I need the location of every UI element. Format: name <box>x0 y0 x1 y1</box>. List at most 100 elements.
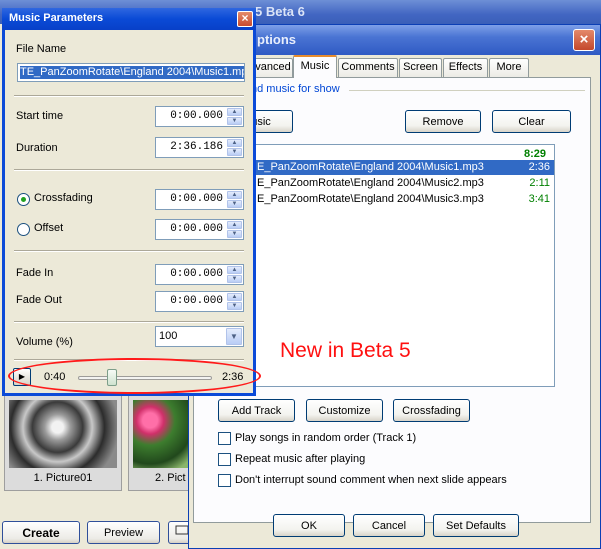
slide-thumbnail-image <box>133 400 190 468</box>
offset-value: 0:00.000 <box>170 223 223 235</box>
group-divider <box>349 90 585 91</box>
start-time-label: Start time <box>16 110 64 122</box>
playlist-total-duration: 8:29 <box>524 148 547 160</box>
file-name-field[interactable]: TE_PanZoomRotate\England 2004\Music1.mp3 <box>17 63 245 82</box>
arrow-down-icon[interactable]: ▼ <box>227 230 242 238</box>
start-time-value: 0:00.000 <box>170 110 223 122</box>
playlist-row[interactable]: E_PanZoomRotate\England 2004\Music2.mp3 … <box>217 176 554 191</box>
volume-label: Volume (%) <box>16 336 73 348</box>
arrow-up-icon[interactable]: ▲ <box>227 108 242 116</box>
fade-in-spinner[interactable]: 0:00.000 ▲ ▼ <box>155 264 244 285</box>
spinner-arrows: ▲ ▼ <box>227 266 242 283</box>
window-icon <box>175 525 189 535</box>
tab-music[interactable]: Music <box>293 55 337 78</box>
repeat-music-checkbox-row[interactable]: Repeat music after playing <box>218 452 365 468</box>
track-duration: 3:41 <box>528 193 550 205</box>
track-name: E_PanZoomRotate\England 2004\Music2.mp3 <box>257 177 484 189</box>
start-time-spinner[interactable]: 0:00.000 ▲ ▼ <box>155 106 244 127</box>
remove-button[interactable]: Remove <box>405 110 481 133</box>
track-name: E_PanZoomRotate\England 2004\Music1.mp3 <box>257 161 484 173</box>
add-track-button[interactable]: Add Track <box>218 399 295 422</box>
duration-spinner[interactable]: 2:36.186 ▲ ▼ <box>155 137 244 158</box>
music-parameters-window: Music Parameters × File Name TE_PanZoomR… <box>2 8 256 396</box>
volume-value: 100 <box>159 330 178 342</box>
music-parameters-title: Music Parameters <box>9 12 104 24</box>
music-parameters-body: File Name TE_PanZoomRotate\England 2004\… <box>5 30 253 393</box>
fade-out-label: Fade Out <box>16 294 62 306</box>
spinner-arrows: ▲ ▼ <box>227 221 242 238</box>
playlist-row[interactable]: E_PanZoomRotate\England 2004\Music3.mp3 … <box>217 192 554 207</box>
slide-thumbnail-image <box>9 400 117 468</box>
music-group-label: nd music for show <box>251 83 340 95</box>
separator <box>14 321 244 323</box>
offset-radio[interactable] <box>17 223 30 236</box>
dont-interrupt-checkbox-row[interactable]: Don't interrupt sound comment when next … <box>218 473 507 489</box>
dont-interrupt-checkbox[interactable] <box>218 473 231 487</box>
crossfading-spinner[interactable]: 0:00.000 ▲ ▼ <box>155 189 244 210</box>
slide-thumbnail-1[interactable]: 1. Picture01 <box>4 395 122 491</box>
duration-value: 2:36.186 <box>170 141 223 153</box>
spinner-arrows: ▲ ▼ <box>227 139 242 156</box>
tab-comments[interactable]: Comments <box>338 58 398 77</box>
chevron-down-icon[interactable]: ▼ <box>226 328 242 345</box>
highlight-ellipse <box>8 358 261 394</box>
repeat-music-checkbox[interactable] <box>218 452 231 466</box>
annotation-text: New in Beta 5 <box>280 339 411 362</box>
file-name-label: File Name <box>16 43 67 55</box>
create-button[interactable]: Create <box>2 521 80 544</box>
spinner-arrows: ▲ ▼ <box>227 293 242 310</box>
tab-more[interactable]: More <box>489 58 529 77</box>
spinner-arrows: ▲ ▼ <box>227 108 242 125</box>
cancel-button[interactable]: Cancel <box>353 514 425 537</box>
offset-spinner[interactable]: 0:00.000 ▲ ▼ <box>155 219 244 240</box>
duration-label: Duration <box>16 142 58 154</box>
arrow-up-icon[interactable]: ▲ <box>227 221 242 229</box>
close-icon[interactable]: × <box>237 11 253 27</box>
separator <box>14 95 244 97</box>
spinner-arrows: ▲ ▼ <box>227 191 242 208</box>
playlist-row[interactable]: E_PanZoomRotate\England 2004\Music1.mp3 … <box>217 160 554 175</box>
track-name: E_PanZoomRotate\England 2004\Music3.mp3 <box>257 193 484 205</box>
crossfading-button[interactable]: Crossfading <box>393 399 470 422</box>
arrow-down-icon[interactable]: ▼ <box>227 117 242 125</box>
repeat-music-label: Repeat music after playing <box>235 453 366 466</box>
music-parameters-titlebar: Music Parameters × <box>2 8 256 30</box>
slide-thumbnail-caption: 1. Picture01 <box>33 472 93 484</box>
track-duration: 2:11 <box>529 177 550 189</box>
fade-out-spinner[interactable]: 0:00.000 ▲ ▼ <box>155 291 244 312</box>
arrow-up-icon[interactable]: ▲ <box>227 191 242 199</box>
tab-effects[interactable]: Effects <box>443 58 488 77</box>
volume-combobox[interactable]: 100 ▼ <box>155 326 244 347</box>
random-order-checkbox[interactable] <box>218 431 231 445</box>
dont-interrupt-label: Don't interrupt sound comment when next … <box>235 474 507 487</box>
random-order-label: Play songs in random order (Track 1) <box>235 432 417 445</box>
crossfading-radio[interactable] <box>17 193 30 206</box>
crossfading-value: 0:00.000 <box>170 193 223 205</box>
fade-out-value: 0:00.000 <box>170 295 223 307</box>
customize-button[interactable]: Customize <box>306 399 383 422</box>
arrow-down-icon[interactable]: ▼ <box>227 200 242 208</box>
arrow-down-icon[interactable]: ▼ <box>227 148 242 156</box>
tab-screen[interactable]: Screen <box>399 58 442 77</box>
separator <box>14 250 244 252</box>
main-window-title: 5 Beta 6 <box>255 4 305 19</box>
clear-button[interactable]: Clear <box>492 110 571 133</box>
arrow-down-icon[interactable]: ▼ <box>227 302 242 310</box>
close-icon[interactable]: × <box>573 29 595 51</box>
set-defaults-button[interactable]: Set Defaults <box>433 514 519 537</box>
tab-advanced[interactable]: vanced <box>253 58 293 77</box>
preview-button[interactable]: Preview <box>87 521 160 544</box>
separator <box>14 169 244 171</box>
random-order-checkbox-row[interactable]: Play songs in random order (Track 1) <box>218 431 416 447</box>
offset-label: Offset <box>34 222 64 234</box>
arrow-up-icon[interactable]: ▲ <box>227 266 242 274</box>
crossfading-label: Crossfading <box>34 192 93 204</box>
arrow-up-icon[interactable]: ▲ <box>227 293 242 301</box>
fade-in-value: 0:00.000 <box>170 268 223 280</box>
slide-thumbnail-2[interactable]: 2. Pict <box>128 395 190 491</box>
arrow-up-icon[interactable]: ▲ <box>227 139 242 147</box>
track-duration: 2:36 <box>528 161 550 173</box>
file-name-value: TE_PanZoomRotate\England 2004\Music1.mp3 <box>20 66 244 79</box>
arrow-down-icon[interactable]: ▼ <box>227 275 242 283</box>
ok-button[interactable]: OK <box>273 514 345 537</box>
